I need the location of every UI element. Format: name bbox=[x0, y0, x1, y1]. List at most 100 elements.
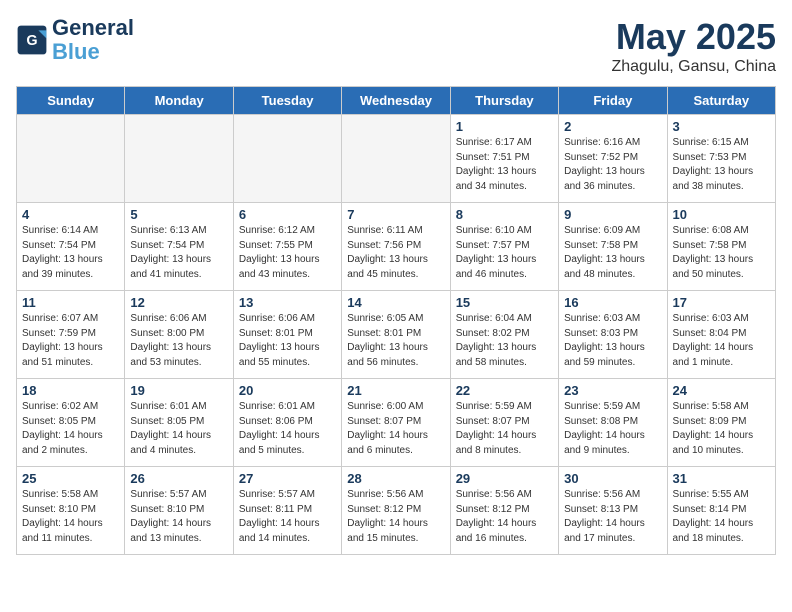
day-info: Sunrise: 5:57 AMSunset: 8:10 PMDaylight:… bbox=[130, 488, 227, 546]
day-number: 19 bbox=[130, 383, 227, 398]
calendar-cell: 28 Sunrise: 5:56 AMSunset: 8:12 PMDayligh… bbox=[342, 467, 450, 555]
day-info: Sunrise: 6:08 AMSunset: 7:58 PMDaylight:… bbox=[673, 224, 770, 282]
day-number: 12 bbox=[130, 295, 227, 310]
day-number: 14 bbox=[347, 295, 444, 310]
week-row-0: 1 Sunrise: 6:17 AMSunset: 7:51 PMDaylight… bbox=[17, 115, 776, 203]
calendar-cell: 26Sunrise: 5:57 AMSunset: 8:10 PMDayligh… bbox=[125, 467, 233, 555]
day-number: 28 bbox=[347, 471, 444, 486]
day-info: Sunrise: 5:56 AMSunset: 8:12 PMDaylight:… bbox=[347, 488, 444, 546]
day-info: Sunrise: 6:13 AMSunset: 7:54 PMDaylight:… bbox=[130, 224, 227, 282]
day-number: 17 bbox=[673, 295, 770, 310]
title-block: May 2025 Zhagulu, Gansu, China bbox=[611, 16, 776, 76]
calendar-cell: 1 Sunrise: 6:17 AMSunset: 7:51 PMDaylight… bbox=[450, 115, 558, 203]
logo: G GeneralBlue bbox=[16, 16, 134, 64]
day-info: Sunrise: 6:11 AMSunset: 7:56 PMDaylight:… bbox=[347, 224, 444, 282]
day-number: 8 bbox=[456, 207, 553, 222]
day-info: Sunrise: 6:01 AMSunset: 8:05 PMDaylight:… bbox=[130, 400, 227, 458]
day-number: 2 bbox=[564, 119, 661, 134]
day-info: Sunrise: 5:57 AMSunset: 8:11 PMDaylight:… bbox=[239, 488, 336, 546]
calendar-cell: 19 Sunrise: 6:01 AMSunset: 8:05 PMDayligh… bbox=[125, 379, 233, 467]
day-number: 1 bbox=[456, 119, 553, 134]
calendar-cell: 21 Sunrise: 6:00 AMSunset: 8:07 PMDayligh… bbox=[342, 379, 450, 467]
header-tuesday: Tuesday bbox=[233, 87, 341, 115]
day-info: Sunrise: 5:59 AMSunset: 8:07 PMDaylight:… bbox=[456, 400, 553, 458]
calendar-cell bbox=[342, 115, 450, 203]
calendar-cell: 8Sunrise: 6:10 AMSunset: 7:57 PMDaylight… bbox=[450, 203, 558, 291]
week-row-4: 25Sunrise: 5:58 AMSunset: 8:10 PMDayligh… bbox=[17, 467, 776, 555]
logo-icon: G bbox=[16, 24, 48, 56]
calendar-cell bbox=[233, 115, 341, 203]
day-number: 16 bbox=[564, 295, 661, 310]
day-info: Sunrise: 6:07 AMSunset: 7:59 PMDaylight:… bbox=[22, 312, 119, 370]
calendar-cell: 14Sunrise: 6:05 AMSunset: 8:01 PMDayligh… bbox=[342, 291, 450, 379]
day-number: 23 bbox=[564, 383, 661, 398]
day-number: 22 bbox=[456, 383, 553, 398]
day-number: 9 bbox=[564, 207, 661, 222]
day-info: Sunrise: 6:15 AMSunset: 7:53 PMDaylight:… bbox=[673, 136, 770, 194]
header-friday: Friday bbox=[559, 87, 667, 115]
day-info: Sunrise: 5:58 AMSunset: 8:10 PMDaylight:… bbox=[22, 488, 119, 546]
month-title: May 2025 bbox=[611, 16, 776, 58]
week-row-2: 11 Sunrise: 6:07 AMSunset: 7:59 PMDayligh… bbox=[17, 291, 776, 379]
calendar-cell: 18 Sunrise: 6:02 AMSunset: 8:05 PMDayligh… bbox=[17, 379, 125, 467]
calendar-cell: 24 Sunrise: 5:58 AMSunset: 8:09 PMDayligh… bbox=[667, 379, 775, 467]
day-info: Sunrise: 6:02 AMSunset: 8:05 PMDaylight:… bbox=[22, 400, 119, 458]
day-info: Sunrise: 6:06 AMSunset: 8:01 PMDaylight:… bbox=[239, 312, 336, 370]
calendar-cell: 13 Sunrise: 6:06 AMSunset: 8:01 PMDayligh… bbox=[233, 291, 341, 379]
day-info: Sunrise: 6:00 AMSunset: 8:07 PMDaylight:… bbox=[347, 400, 444, 458]
day-number: 4 bbox=[22, 207, 119, 222]
day-info: Sunrise: 5:56 AMSunset: 8:13 PMDaylight:… bbox=[564, 488, 661, 546]
svg-text:G: G bbox=[26, 33, 37, 49]
calendar-cell: 27 Sunrise: 5:57 AMSunset: 8:11 PMDayligh… bbox=[233, 467, 341, 555]
day-info: Sunrise: 6:06 AMSunset: 8:00 PMDaylight:… bbox=[130, 312, 227, 370]
calendar-cell: 22 Sunrise: 5:59 AMSunset: 8:07 PMDayligh… bbox=[450, 379, 558, 467]
calendar-cell bbox=[125, 115, 233, 203]
day-info: Sunrise: 5:59 AMSunset: 8:08 PMDaylight:… bbox=[564, 400, 661, 458]
calendar-cell: 31Sunrise: 5:55 AMSunset: 8:14 PMDayligh… bbox=[667, 467, 775, 555]
day-number: 3 bbox=[673, 119, 770, 134]
day-number: 7 bbox=[347, 207, 444, 222]
day-number: 18 bbox=[22, 383, 119, 398]
logo-text: GeneralBlue bbox=[52, 16, 134, 64]
day-info: Sunrise: 6:04 AMSunset: 8:02 PMDaylight:… bbox=[456, 312, 553, 370]
day-info: Sunrise: 6:17 AMSunset: 7:51 PMDaylight:… bbox=[456, 136, 553, 194]
calendar-cell: 7 Sunrise: 6:11 AMSunset: 7:56 PMDaylight… bbox=[342, 203, 450, 291]
calendar-cell: 4Sunrise: 6:14 AMSunset: 7:54 PMDaylight… bbox=[17, 203, 125, 291]
calendar-cell: 11 Sunrise: 6:07 AMSunset: 7:59 PMDayligh… bbox=[17, 291, 125, 379]
calendar-cell: 16 Sunrise: 6:03 AMSunset: 8:03 PMDayligh… bbox=[559, 291, 667, 379]
page-header: G GeneralBlue May 2025 Zhagulu, Gansu, C… bbox=[16, 16, 776, 76]
day-number: 24 bbox=[673, 383, 770, 398]
calendar-cell: 25Sunrise: 5:58 AMSunset: 8:10 PMDayligh… bbox=[17, 467, 125, 555]
day-number: 11 bbox=[22, 295, 119, 310]
week-row-1: 4Sunrise: 6:14 AMSunset: 7:54 PMDaylight… bbox=[17, 203, 776, 291]
calendar-cell: 12 Sunrise: 6:06 AMSunset: 8:00 PMDayligh… bbox=[125, 291, 233, 379]
day-number: 5 bbox=[130, 207, 227, 222]
day-info: Sunrise: 6:03 AMSunset: 8:03 PMDaylight:… bbox=[564, 312, 661, 370]
day-number: 13 bbox=[239, 295, 336, 310]
day-info: Sunrise: 6:16 AMSunset: 7:52 PMDaylight:… bbox=[564, 136, 661, 194]
calendar-cell: 15 Sunrise: 6:04 AMSunset: 8:02 PMDayligh… bbox=[450, 291, 558, 379]
calendar-cell: 9Sunrise: 6:09 AMSunset: 7:58 PMDaylight… bbox=[559, 203, 667, 291]
location-subtitle: Zhagulu, Gansu, China bbox=[611, 58, 776, 76]
calendar-cell: 23 Sunrise: 5:59 AMSunset: 8:08 PMDayligh… bbox=[559, 379, 667, 467]
calendar-cell: 6 Sunrise: 6:12 AMSunset: 7:55 PMDaylight… bbox=[233, 203, 341, 291]
header-monday: Monday bbox=[125, 87, 233, 115]
day-number: 15 bbox=[456, 295, 553, 310]
day-number: 29 bbox=[456, 471, 553, 486]
calendar-cell: 29 Sunrise: 5:56 AMSunset: 8:12 PMDayligh… bbox=[450, 467, 558, 555]
day-info: Sunrise: 6:01 AMSunset: 8:06 PMDaylight:… bbox=[239, 400, 336, 458]
day-number: 6 bbox=[239, 207, 336, 222]
calendar-header-row: SundayMondayTuesdayWednesdayThursdayFrid… bbox=[17, 87, 776, 115]
day-info: Sunrise: 5:58 AMSunset: 8:09 PMDaylight:… bbox=[673, 400, 770, 458]
day-info: Sunrise: 6:12 AMSunset: 7:55 PMDaylight:… bbox=[239, 224, 336, 282]
day-number: 21 bbox=[347, 383, 444, 398]
calendar-cell: 20Sunrise: 6:01 AMSunset: 8:06 PMDayligh… bbox=[233, 379, 341, 467]
header-sunday: Sunday bbox=[17, 87, 125, 115]
calendar-cell: 17Sunrise: 6:03 AMSunset: 8:04 PMDayligh… bbox=[667, 291, 775, 379]
day-number: 30 bbox=[564, 471, 661, 486]
day-number: 27 bbox=[239, 471, 336, 486]
calendar-cell bbox=[17, 115, 125, 203]
header-wednesday: Wednesday bbox=[342, 87, 450, 115]
calendar-cell: 10Sunrise: 6:08 AMSunset: 7:58 PMDayligh… bbox=[667, 203, 775, 291]
day-info: Sunrise: 5:56 AMSunset: 8:12 PMDaylight:… bbox=[456, 488, 553, 546]
